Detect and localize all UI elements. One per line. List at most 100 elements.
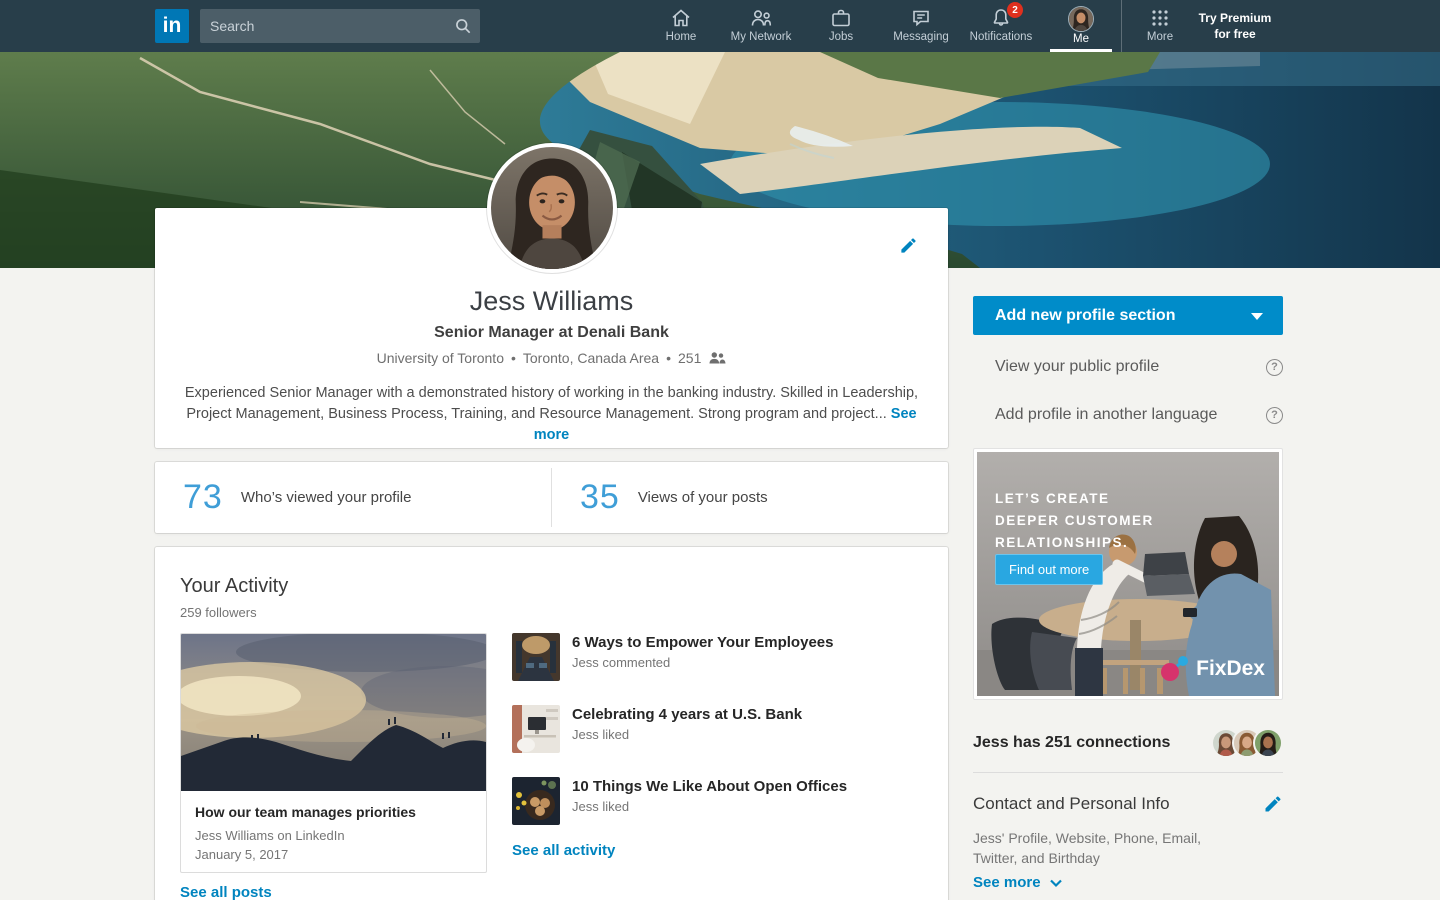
activity-item[interactable]: 6 Ways to Empower Your Employees Jess co… — [512, 633, 922, 681]
profile-location[interactable]: Toronto, Canada Area — [523, 350, 659, 366]
ad-cta-button[interactable]: Find out more — [995, 554, 1103, 585]
activity-thumbnail-desk — [512, 705, 560, 753]
activity-followers: 259 followers — [180, 605, 923, 620]
activity-item-title: Celebrating 4 years at U.S. Bank — [572, 706, 802, 723]
ad-headline-line3: RELATIONSHIPS. — [995, 532, 1154, 554]
edit-contact-icon[interactable] — [1263, 794, 1283, 819]
see-more-contact-link[interactable]: See more — [973, 874, 1063, 891]
nav-divider — [1121, 0, 1122, 52]
ad-image: LET’S CREATE DEEPER CUSTOMER RELATIONSHI… — [977, 452, 1279, 696]
connection-avatars — [1220, 728, 1283, 758]
contact-info-subtitle: Jess' Profile, Website, Phone, Email, Tw… — [973, 828, 1213, 868]
help-question-icon[interactable]: ? — [1266, 407, 1283, 424]
ad-headline: LET’S CREATE DEEPER CUSTOMER RELATIONSHI… — [995, 488, 1154, 554]
post-views-label: Views of your posts — [638, 489, 768, 506]
see-all-activity-link[interactable]: See all activity — [512, 842, 615, 859]
nav-item-more[interactable]: More — [1130, 0, 1190, 52]
add-profile-language-link[interactable]: Add profile in another language ? — [995, 406, 1283, 424]
ad-headline-line1: LET’S CREATE — [995, 488, 1154, 510]
profile-education[interactable]: University of Toronto — [377, 350, 504, 366]
nav-items: Home My Network Jobs Messaging — [641, 0, 1121, 52]
profile-photo[interactable] — [487, 143, 617, 273]
notification-badge: 2 — [1007, 2, 1023, 18]
nav-item-my-network[interactable]: My Network — [721, 0, 801, 52]
chevron-down-icon — [1251, 313, 1263, 320]
activity-title: Your Activity — [180, 575, 923, 598]
activity-item-action: Jess liked — [572, 727, 802, 742]
nav-item-label: Notifications — [970, 31, 1033, 43]
post-views-count: 35 — [580, 478, 620, 517]
home-icon — [669, 6, 693, 30]
profile-summary-text: Experienced Senior Manager with a demons… — [185, 385, 918, 422]
search-icon[interactable] — [446, 16, 480, 36]
help-question-icon[interactable]: ? — [1266, 359, 1283, 376]
ad-brand-logo: FixDex — [1160, 656, 1265, 682]
dashboard-stats-card: 73 Who’s viewed your profile 35 Views of… — [155, 462, 948, 533]
activity-thumbnail-office — [512, 633, 560, 681]
chevron-down-icon — [1049, 878, 1063, 888]
add-profile-language-label: Add profile in another language — [995, 406, 1217, 424]
linkedin-profile-page: Update background photo in Home — [0, 0, 1440, 900]
activity-item-title: 10 Things We Like About Open Offices — [572, 778, 847, 795]
search-input[interactable] — [200, 18, 446, 34]
profile-summary-card: Jess Williams Senior Manager at Denali B… — [155, 208, 948, 448]
see-all-posts-link[interactable]: See all posts — [180, 884, 272, 900]
stat-post-views[interactable]: 35 Views of your posts — [552, 462, 948, 533]
your-activity-card: Your Activity 259 followers How our team… — [155, 547, 948, 900]
post-date: January 5, 2017 — [181, 845, 486, 864]
nav-item-jobs[interactable]: Jobs — [801, 0, 881, 52]
linkedin-logo[interactable]: in — [155, 9, 189, 43]
profile-headline: Senior Manager at Denali Bank — [155, 324, 948, 342]
sponsored-ad[interactable]: LET’S CREATE DEEPER CUSTOMER RELATIONSHI… — [973, 448, 1283, 700]
stat-profile-views[interactable]: 73 Who’s viewed your profile — [155, 462, 551, 533]
activity-item-action: Jess commented — [572, 655, 833, 670]
nav-item-home[interactable]: Home — [641, 0, 721, 52]
try-premium-link[interactable]: Try Premium for free — [1192, 10, 1278, 42]
add-profile-section-label: Add new profile section — [995, 307, 1175, 324]
search-box — [200, 9, 480, 43]
profile-summary: Experienced Senior Manager with a demons… — [178, 383, 926, 446]
nav-item-notifications[interactable]: 2 Notifications — [961, 0, 1041, 52]
meta-separator: • — [666, 350, 671, 366]
view-public-profile-label: View your public profile — [995, 358, 1159, 376]
profile-connections-count[interactable]: 251 — [678, 350, 701, 366]
nav-item-messaging[interactable]: Messaging — [881, 0, 961, 52]
connections-row[interactable]: Jess has 251 connections — [973, 728, 1283, 758]
nav-item-label: Jobs — [829, 31, 853, 43]
activity-thumbnail-food — [512, 777, 560, 825]
see-more-label: See more — [973, 874, 1041, 891]
meta-separator: • — [511, 350, 516, 366]
nav-item-label: Messaging — [893, 31, 949, 43]
activity-post-card[interactable]: How our team manages priorities Jess Wil… — [180, 633, 487, 873]
activity-item[interactable]: Celebrating 4 years at U.S. Bank Jess li… — [512, 705, 922, 753]
profile-views-count: 73 — [183, 478, 223, 517]
post-byline: Jess Williams on LinkedIn — [181, 820, 486, 845]
rail-divider — [973, 772, 1283, 773]
activity-list: 6 Ways to Empower Your Employees Jess co… — [512, 633, 922, 849]
add-profile-section-button[interactable]: Add new profile section — [973, 296, 1283, 335]
edit-profile-icon[interactable] — [899, 236, 918, 260]
view-public-profile-link[interactable]: View your public profile ? — [995, 358, 1283, 376]
fixdex-logo-icon — [1160, 656, 1190, 682]
connections-text: Jess has 251 connections — [973, 734, 1170, 752]
profile-name: Jess Williams — [155, 286, 948, 317]
nav-item-label: Me — [1073, 33, 1089, 45]
nav-item-me[interactable]: Me — [1041, 0, 1121, 52]
ad-headline-line2: DEEPER CUSTOMER — [995, 510, 1154, 532]
post-thumbnail-ridge-silhouette — [181, 634, 486, 791]
activity-item-action: Jess liked — [572, 799, 847, 814]
post-title: How our team manages priorities — [181, 791, 486, 820]
messaging-icon — [909, 6, 933, 30]
more-grid-icon — [1148, 6, 1172, 30]
activity-item[interactable]: 10 Things We Like About Open Offices Jes… — [512, 777, 922, 825]
profile-photo-image — [491, 147, 613, 269]
profile-views-label: Who’s viewed your profile — [241, 489, 412, 506]
profile-meta-line: University of Toronto • Toronto, Canada … — [155, 350, 948, 366]
jobs-icon — [829, 6, 853, 30]
nav-item-label: More — [1147, 31, 1173, 43]
my-network-icon — [749, 6, 773, 30]
nav-me-avatar — [1068, 6, 1094, 32]
connections-people-icon — [708, 351, 726, 365]
contact-info-section: Contact and Personal Info Jess' Profile,… — [973, 794, 1283, 868]
connection-avatar[interactable] — [1253, 728, 1283, 758]
